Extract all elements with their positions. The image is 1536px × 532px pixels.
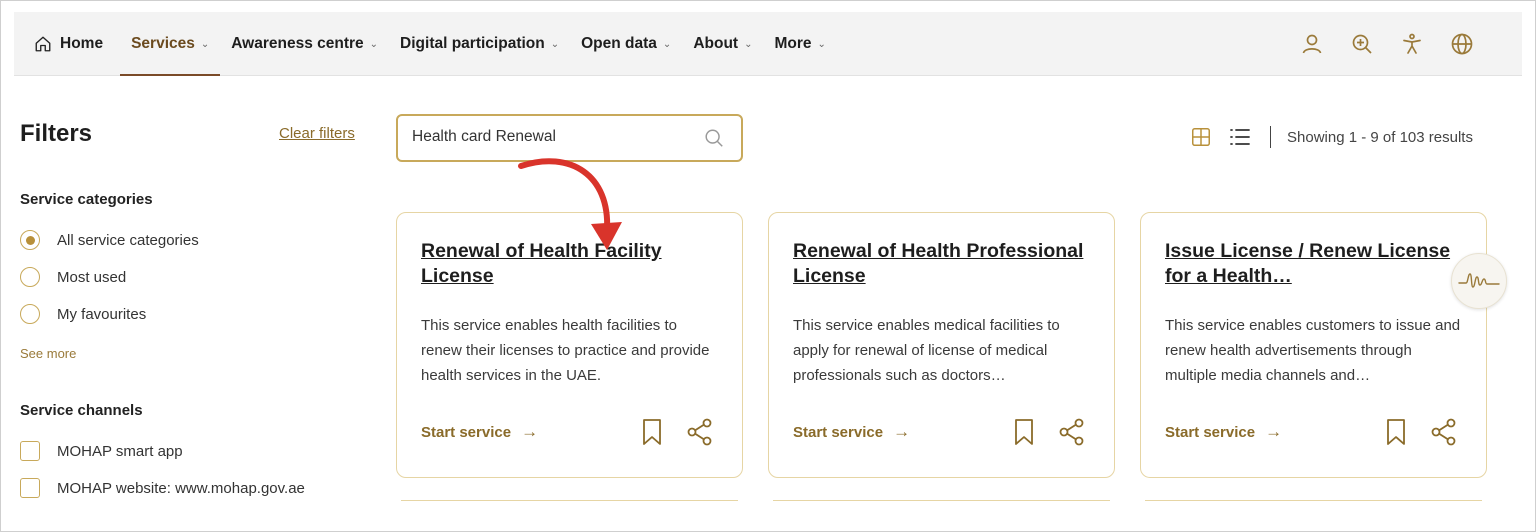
service-card-title[interactable]: Renewal of Health Professional License xyxy=(793,239,1093,289)
checkbox[interactable] xyxy=(20,441,40,461)
chevron-down-icon: ⌄ xyxy=(550,38,560,50)
nav-awareness-centre-label: Awareness centre xyxy=(231,35,364,52)
nav-home-label: Home xyxy=(60,35,104,52)
bookmark-icon[interactable] xyxy=(1384,418,1408,451)
nav-home[interactable]: Home xyxy=(14,12,114,76)
arrow-right-icon: → xyxy=(1265,422,1283,441)
start-service-label: Start service xyxy=(421,423,512,441)
service-card-description: This service enables medical facilities … xyxy=(793,317,1060,384)
accessibility-icon[interactable] xyxy=(1398,30,1426,58)
radio-selected[interactable] xyxy=(20,230,40,250)
bookmark-icon[interactable] xyxy=(1012,418,1036,451)
nav-open-data[interactable]: Open data ⌄ xyxy=(570,12,682,76)
share-icon[interactable] xyxy=(686,418,714,451)
search-icon[interactable] xyxy=(703,127,725,154)
toolbar-divider xyxy=(1270,126,1271,148)
home-icon xyxy=(35,36,51,52)
nav-awareness-centre[interactable]: Awareness centre ⌄ xyxy=(220,12,389,76)
nav-digital-participation[interactable]: Digital participation ⌄ xyxy=(389,12,570,76)
signature-icon xyxy=(1458,273,1500,288)
service-card-title[interactable]: Renewal of Health Facility License xyxy=(421,239,721,289)
category-option-most-used[interactable]: Most used xyxy=(20,267,126,287)
chevron-down-icon: ⌄ xyxy=(369,38,379,50)
results-toolbar: Showing 1 - 9 of 103 results xyxy=(1190,126,1473,148)
top-utility-icons xyxy=(1298,12,1476,76)
list-view-icon[interactable] xyxy=(1228,126,1252,148)
channel-option-label: MOHAP website: www.mohap.gov.ae xyxy=(57,479,305,497)
start-service-label: Start service xyxy=(1165,423,1256,441)
nav-more[interactable]: More ⌄ xyxy=(763,12,836,76)
grid-view-icon[interactable] xyxy=(1190,126,1212,148)
clear-filters-link[interactable]: Clear filters xyxy=(279,125,355,142)
radio-unselected[interactable] xyxy=(20,267,40,287)
nav-about-label: About xyxy=(693,35,739,52)
category-option-all[interactable]: All service categories xyxy=(20,230,199,250)
service-categories-heading: Service categories xyxy=(20,191,153,208)
arrow-right-icon: → xyxy=(521,422,539,441)
start-service-link[interactable]: Start service → xyxy=(793,422,910,442)
see-more-link[interactable]: See more xyxy=(20,346,76,361)
nav-digital-participation-label: Digital participation xyxy=(400,35,545,52)
checkbox[interactable] xyxy=(20,478,40,498)
globe-icon[interactable] xyxy=(1448,30,1476,58)
service-channels-heading: Service channels xyxy=(20,402,143,419)
next-row-card-edge xyxy=(1145,500,1482,506)
nav-services-label: Services xyxy=(131,35,195,52)
filters-title: Filters xyxy=(20,120,93,147)
bookmark-icon[interactable] xyxy=(640,418,664,451)
zoom-in-icon[interactable] xyxy=(1348,30,1376,58)
channel-option-label: MOHAP smart app xyxy=(57,442,183,460)
channel-option-smart-app[interactable]: MOHAP smart app xyxy=(20,441,183,461)
nav-services[interactable]: Services ⌄ xyxy=(120,12,221,76)
service-card-description: This service enables customers to issue … xyxy=(1165,317,1461,384)
search-box xyxy=(396,114,743,162)
category-option-label: My favourites xyxy=(57,305,147,323)
service-card-description: This service enables health facilities t… xyxy=(421,317,710,384)
next-row-card-edge xyxy=(401,500,738,506)
chevron-down-icon: ⌄ xyxy=(200,38,210,50)
nav-more-label: More xyxy=(774,35,812,52)
chevron-down-icon: ⌄ xyxy=(817,38,826,50)
floating-assistant-button[interactable] xyxy=(1451,253,1507,309)
nav-about[interactable]: About ⌄ xyxy=(682,12,763,76)
start-service-link[interactable]: Start service → xyxy=(1165,422,1282,442)
category-option-favourites[interactable]: My favourites xyxy=(20,304,146,324)
category-option-label: Most used xyxy=(57,268,127,286)
category-option-label: All service categories xyxy=(57,231,199,249)
results-count: Showing 1 - 9 of 103 results xyxy=(1287,128,1473,146)
nav-open-data-label: Open data xyxy=(581,35,657,52)
channel-option-website[interactable]: MOHAP website: www.mohap.gov.ae xyxy=(20,478,305,498)
share-icon[interactable] xyxy=(1430,418,1458,451)
next-row-card-edge xyxy=(773,500,1110,506)
top-navigation-bar: Home Services ⌄ Awareness centre ⌄ Digit… xyxy=(14,12,1522,76)
main-nav: Home Services ⌄ Awareness centre ⌄ Digit… xyxy=(14,12,837,76)
service-card-title[interactable]: Issue License / Renew License for a Heal… xyxy=(1165,239,1465,289)
search-input[interactable] xyxy=(412,128,692,146)
service-card: Renewal of Health Professional License T… xyxy=(768,212,1115,478)
share-icon[interactable] xyxy=(1058,418,1086,451)
user-icon[interactable] xyxy=(1298,30,1326,58)
service-card: Renewal of Health Facility License This … xyxy=(396,212,743,478)
radio-unselected[interactable] xyxy=(20,304,40,324)
service-card: Issue License / Renew License for a Heal… xyxy=(1140,212,1487,478)
chevron-down-icon: ⌄ xyxy=(744,38,753,50)
arrow-right-icon: → xyxy=(893,422,911,441)
start-service-link[interactable]: Start service → xyxy=(421,422,538,442)
chevron-down-icon: ⌄ xyxy=(662,38,672,50)
start-service-label: Start service xyxy=(793,423,884,441)
